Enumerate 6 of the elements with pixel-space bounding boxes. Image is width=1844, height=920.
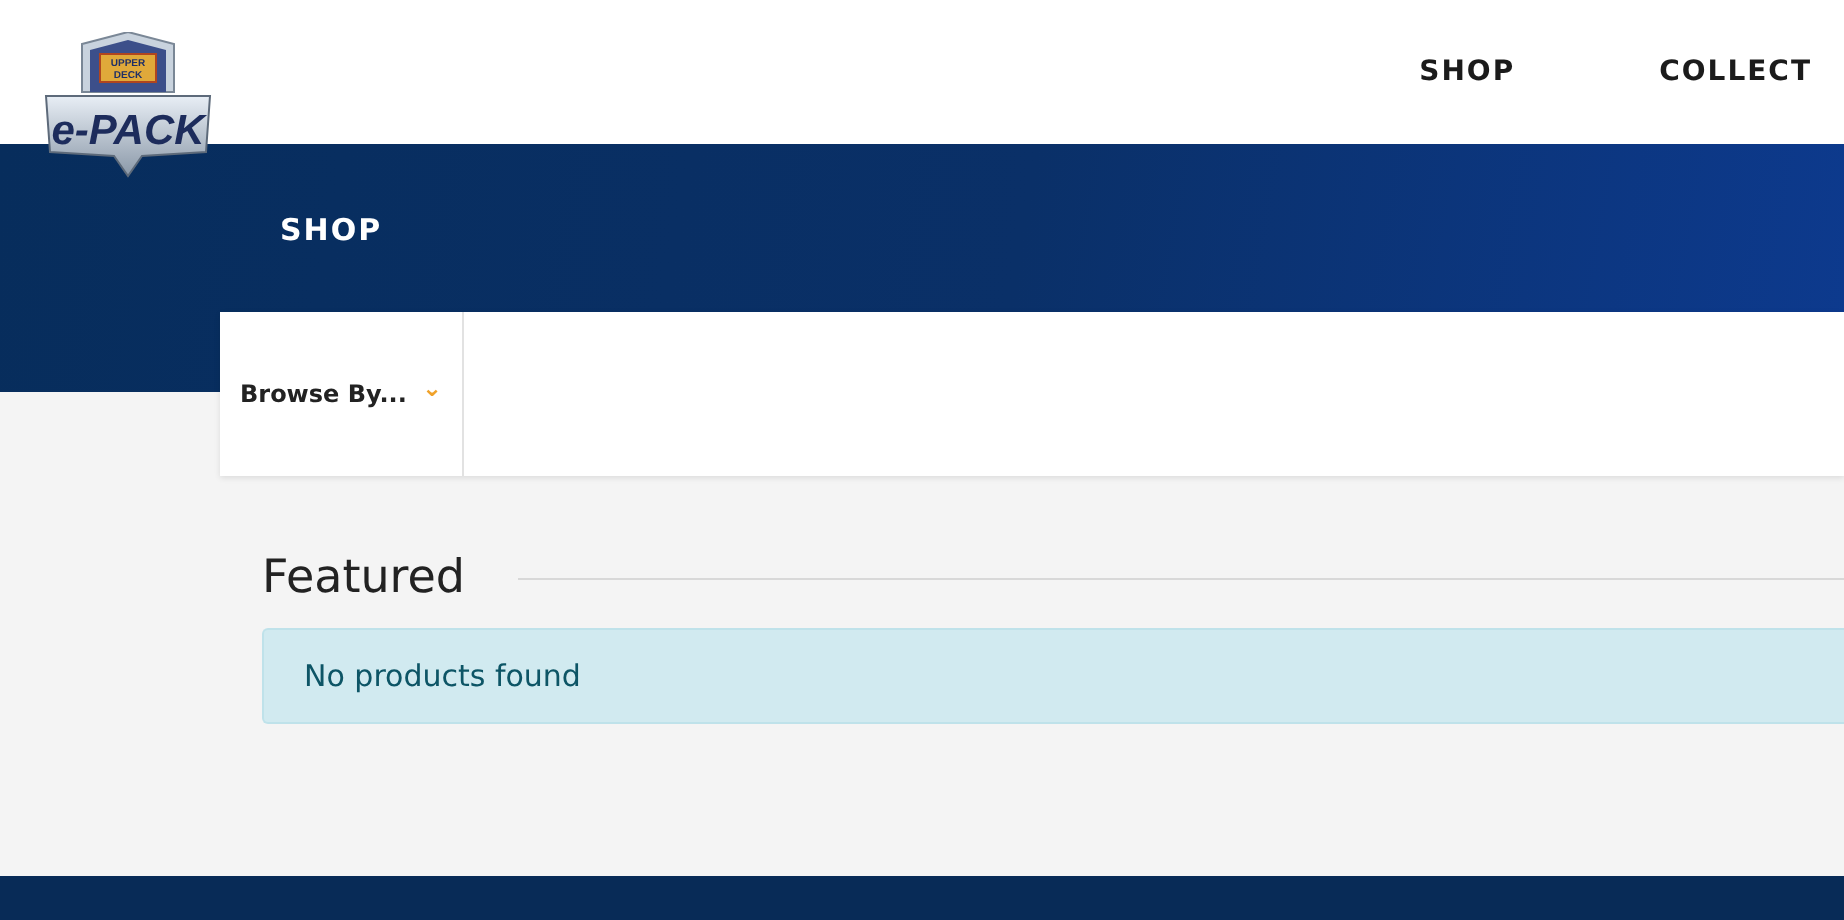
nav-link[interactable]: SHOP <box>1419 56 1516 88</box>
page-title: SHOP <box>280 212 383 248</box>
info-alert: No products found <box>262 628 1844 724</box>
section-heading: Featured <box>262 552 466 604</box>
browse-dropdown[interactable]: Browse By... ⌄ <box>220 312 464 476</box>
nav-link[interactable]: COLLECT <box>1659 56 1812 88</box>
